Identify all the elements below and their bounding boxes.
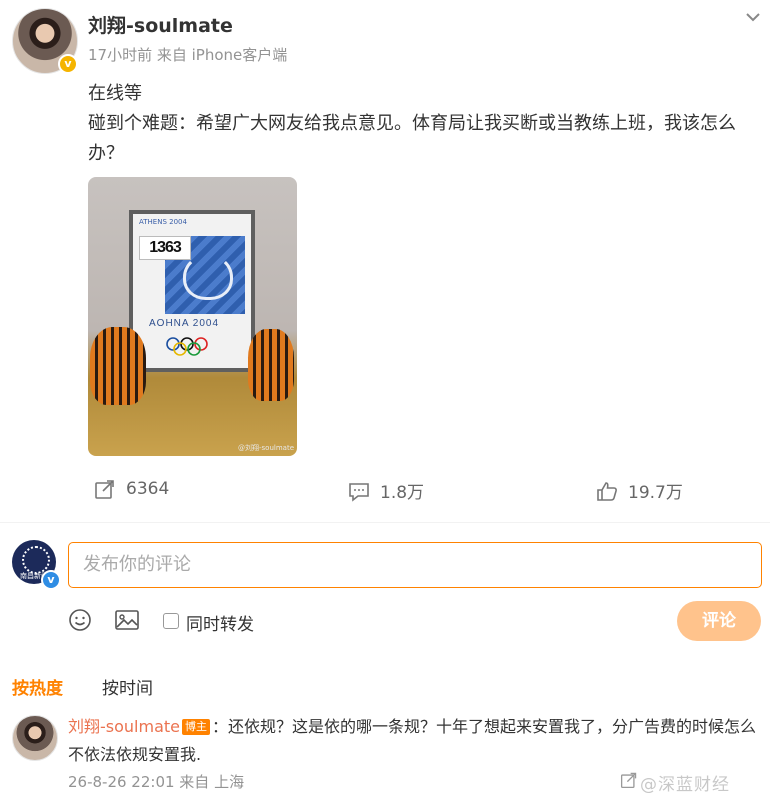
blogger-badge: 博主 <box>182 719 210 735</box>
emoji-icon <box>69 609 91 631</box>
comment-body: 刘翔-soulmate 博主 ：还依规？这是依的哪一条规？十年了想起来安置我了，分广… <box>68 713 760 769</box>
tiger-toy-left <box>90 327 146 405</box>
forward-label: 同时转发 <box>186 615 254 635</box>
chevron-down-icon[interactable] <box>744 8 762 31</box>
post-photo[interactable]: ATHENS 2004 1363 AOHNA 2004 @刘翔-soulmate <box>88 177 297 456</box>
image-icon <box>115 610 139 630</box>
comment-forward-button[interactable] <box>620 771 638 793</box>
post-meta: 17小时前 来自 iPhone客户端 <box>88 46 288 64</box>
submit-comment-button[interactable]: 评论 <box>677 601 761 641</box>
olympic-rings-icon <box>166 337 208 356</box>
emoji-button[interactable] <box>68 608 92 636</box>
image-button[interactable] <box>114 608 140 636</box>
verified-blue-badge-icon: v <box>41 570 61 590</box>
like-count: 19.7万 <box>628 483 683 503</box>
tab-sort-hot[interactable]: 按热度 <box>12 674 63 699</box>
verified-badge-icon: v <box>58 54 78 74</box>
comment-count: 1.8万 <box>380 483 425 503</box>
forward-button[interactable]: 6364 <box>94 478 169 500</box>
thumbs-up-icon <box>597 481 617 501</box>
poster-caption: AOHNA 2004 <box>149 318 220 329</box>
divider <box>0 522 770 523</box>
post-text-line2: 碰到个难题：希望广大网友给我点意见。体育局让我买断或当教练上班，我该怎么办？ <box>88 113 736 164</box>
comment-forward-icon <box>620 772 637 789</box>
post-text: 在线等 碰到个难题：希望广大网友给我点意见。体育局让我买断或当教练上班，我该怎么… <box>88 79 760 169</box>
wreath-icon <box>183 254 233 300</box>
watermark: @深蓝财经 <box>640 775 730 795</box>
comment-icon <box>349 482 369 502</box>
author-name[interactable]: 刘翔-soulmate <box>88 11 233 38</box>
forward-checkbox[interactable] <box>163 613 179 629</box>
photo-frame: ATHENS 2004 1363 AOHNA 2004 <box>129 210 255 372</box>
forward-icon <box>95 480 114 499</box>
post-text-line1: 在线等 <box>88 83 142 104</box>
comment-avatar[interactable] <box>12 715 58 761</box>
chevron-down-icon-svg <box>746 13 760 22</box>
frame-header: ATHENS 2004 <box>139 218 187 226</box>
race-bib: 1363 <box>139 236 191 260</box>
photo-watermark: @刘翔-soulmate <box>238 444 294 452</box>
comment-button[interactable]: 1.8万 <box>348 478 424 503</box>
tab-sort-time[interactable]: 按时间 <box>102 674 153 699</box>
like-button[interactable]: 19.7万 <box>596 478 683 503</box>
logo-icon <box>22 546 50 574</box>
comment-username[interactable]: 刘翔-soulmate <box>68 717 180 736</box>
forward-count: 6364 <box>126 479 170 499</box>
comment-meta: 26-8-26 22:01 来自 上海 <box>68 773 245 791</box>
comment-input[interactable]: 发布你的评论 <box>68 542 762 588</box>
tiger-toy-right <box>248 329 294 401</box>
